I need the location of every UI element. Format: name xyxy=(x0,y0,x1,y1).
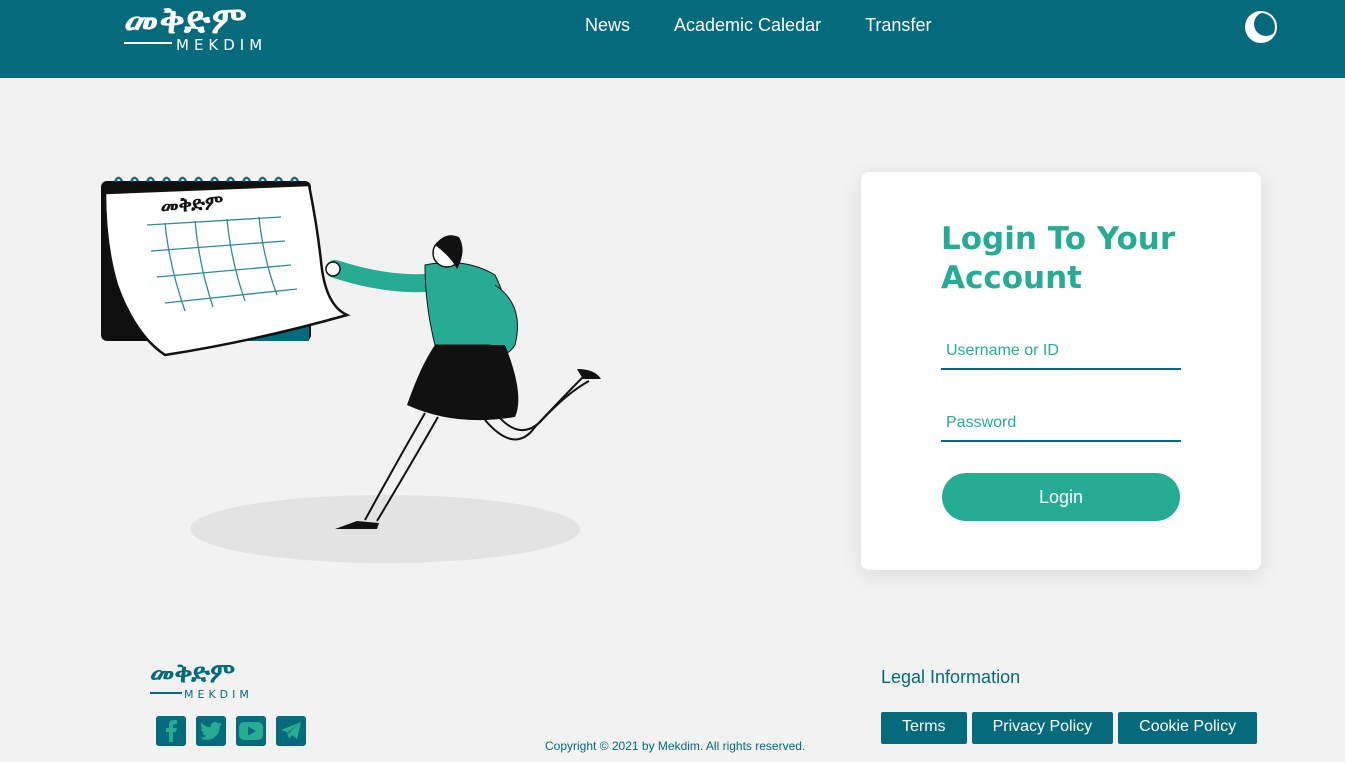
social-links xyxy=(156,716,316,746)
footer-logo-geez: መቅድም xyxy=(150,658,236,689)
username-input[interactable] xyxy=(941,334,1181,370)
legal-links: Terms Privacy Policy Cookie Policy xyxy=(881,712,1262,744)
nav-transfer[interactable]: Transfer xyxy=(865,15,931,36)
hero-illustration: መቅድም xyxy=(95,165,615,575)
password-input[interactable] xyxy=(941,406,1181,442)
footer-logo-rule xyxy=(150,692,182,694)
login-button[interactable]: Login xyxy=(942,473,1180,521)
calendar-title-text: መቅድም xyxy=(160,190,225,218)
logo-rule xyxy=(124,42,172,44)
moon-icon[interactable] xyxy=(1245,11,1278,43)
privacy-policy-link[interactable]: Privacy Policy xyxy=(971,712,1114,744)
twitter-icon[interactable] xyxy=(196,716,226,746)
login-title: Login To Your Account xyxy=(941,221,1176,296)
logo-latin-text: MEKDIM xyxy=(176,36,268,54)
main-nav: News Academic Caledar Transfer xyxy=(585,15,975,36)
top-header: መቅድም MEKDIM News Academic Caledar Transf… xyxy=(0,0,1345,78)
legal-information-title: Legal Information xyxy=(881,667,1021,687)
footer-logo-latin: MEKDIM xyxy=(184,688,253,701)
nav-academic-calendar[interactable]: Academic Caledar xyxy=(674,15,821,36)
brand-logo[interactable]: መቅድም MEKDIM xyxy=(124,0,284,54)
terms-link[interactable]: Terms xyxy=(881,712,967,744)
telegram-icon[interactable] xyxy=(276,716,306,746)
facebook-icon[interactable] xyxy=(156,716,186,746)
login-card: Login To Your Account Login xyxy=(861,172,1261,570)
nav-news[interactable]: News xyxy=(585,15,630,36)
youtube-icon[interactable] xyxy=(236,716,266,746)
copyright-text: Copyright © 2021 by Mekdim. All rights r… xyxy=(545,739,806,753)
footer-logo[interactable]: መቅድም MEKDIM xyxy=(150,658,270,702)
cookie-policy-link[interactable]: Cookie Policy xyxy=(1118,712,1258,744)
